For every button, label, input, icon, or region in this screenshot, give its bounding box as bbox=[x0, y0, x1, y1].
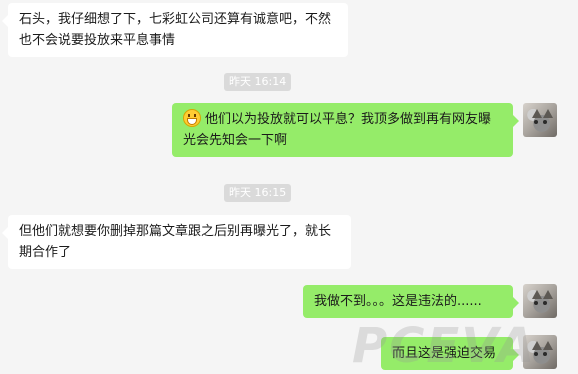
timestamp: 昨天 16:15 bbox=[224, 184, 292, 202]
timestamp: 昨天 16:14 bbox=[224, 73, 292, 91]
outgoing-message: 他们以为投放就可以平息？我顶多做到再有网友曝光会先知会一下啊 bbox=[172, 103, 519, 157]
message-text: 他们以为投放就可以平息？我顶多做到再有网友曝光会先知会一下啊 bbox=[183, 112, 492, 148]
message-text: 而且这是强迫交易 bbox=[392, 346, 497, 361]
incoming-message: 但他们就想要你删掉那篇文章跟之后别再曝光了，就长期合作了 bbox=[2, 215, 351, 269]
message-text: 但他们就想要你删掉那篇文章跟之后别再曝光了，就长期合作了 bbox=[19, 224, 332, 260]
avatar[interactable] bbox=[523, 335, 557, 369]
message-text: 我做不到。。。这是违法的...... bbox=[314, 294, 482, 309]
avatar[interactable] bbox=[523, 103, 557, 137]
incoming-message: 石头，我仔细想了下，七彩虹公司还算有诚意吧，不然也不会说要投放来平息事情 bbox=[2, 3, 348, 57]
outgoing-message: 而且这是强迫交易 bbox=[381, 337, 519, 370]
outgoing-message: 我做不到。。。这是违法的...... bbox=[303, 285, 519, 318]
avatar[interactable] bbox=[523, 284, 557, 318]
grinning-face-emoji-icon bbox=[183, 109, 201, 127]
message-text: 石头，我仔细想了下，七彩虹公司还算有诚意吧，不然也不会说要投放来平息事情 bbox=[19, 12, 332, 48]
